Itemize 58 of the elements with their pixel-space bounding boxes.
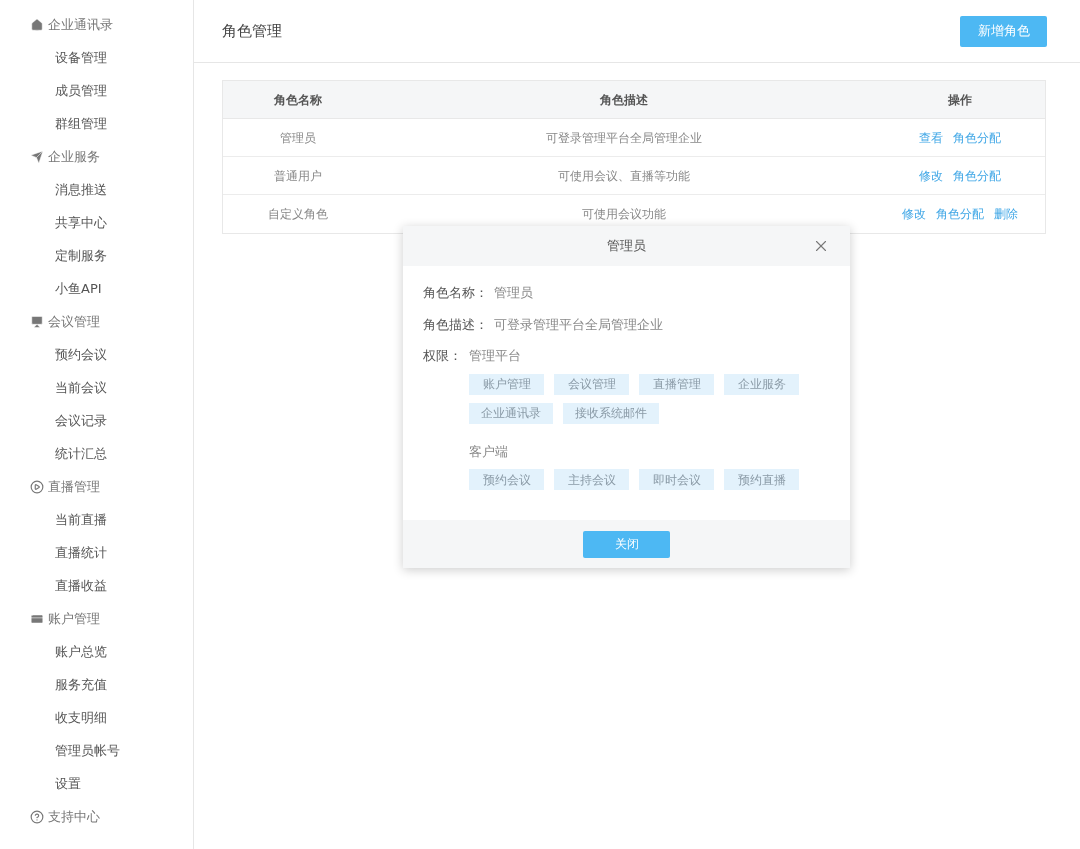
permission-tag: 企业通讯录 bbox=[469, 402, 553, 424]
sidebar-group[interactable]: 直播管理 bbox=[0, 470, 193, 503]
column-header: 角色名称 bbox=[274, 91, 322, 109]
sidebar-group[interactable]: 支持中心 bbox=[0, 800, 193, 833]
role-description: 可使用会议功能 bbox=[582, 206, 666, 223]
field-label: 角色名称： bbox=[423, 284, 488, 302]
permission-tag: 直播管理 bbox=[639, 373, 714, 395]
sidebar-item[interactable]: 统计汇总 bbox=[0, 437, 193, 470]
sidebar-item[interactable]: 当前直播 bbox=[0, 503, 193, 536]
sidebar-group[interactable]: 企业通讯录 bbox=[0, 8, 193, 41]
permission-group-label: 客户端 bbox=[469, 442, 509, 461]
sidebar-group[interactable]: 账户管理 bbox=[0, 602, 193, 635]
group-icon bbox=[30, 149, 44, 164]
role-name: 管理员 bbox=[280, 129, 316, 147]
permission-tag: 即时会议 bbox=[639, 469, 714, 490]
permission-tag: 预约会议 bbox=[469, 469, 544, 490]
sidebar-group[interactable]: 会议管理 bbox=[0, 305, 193, 338]
field-value: 可登录管理平台全局管理企业 bbox=[494, 315, 663, 334]
permission-tag: 预约直播 bbox=[724, 469, 799, 490]
sidebar-item[interactable]: 成员管理 bbox=[0, 74, 193, 107]
sidebar-item[interactable]: 群组管理 bbox=[0, 107, 193, 140]
group-icon bbox=[30, 479, 44, 494]
sidebar-item[interactable]: 小鱼API bbox=[0, 272, 193, 305]
field-label: 权限： bbox=[423, 347, 463, 365]
role-name: 普通用户 bbox=[274, 167, 322, 185]
column-header: 角色描述 bbox=[600, 91, 648, 109]
sidebar-item[interactable]: 直播统计 bbox=[0, 536, 193, 569]
group-icon bbox=[30, 17, 44, 32]
field-label: 角色描述： bbox=[423, 315, 488, 334]
role-description: 可登录管理平台全局管理企业 bbox=[546, 129, 702, 147]
sidebar-item[interactable]: 预约会议 bbox=[0, 338, 193, 371]
sidebar-item[interactable]: 共享中心 bbox=[0, 206, 193, 239]
permission-tag: 主持会议 bbox=[554, 469, 629, 490]
group-icon bbox=[30, 314, 44, 329]
sidebar-item[interactable]: 定制服务 bbox=[0, 239, 193, 272]
permission-tag: 企业服务 bbox=[724, 373, 799, 395]
sidebar-group[interactable]: 企业服务 bbox=[0, 140, 193, 173]
sidebar-item[interactable]: 设备管理 bbox=[0, 41, 193, 74]
sidebar-item[interactable]: 服务充值 bbox=[0, 668, 193, 701]
sidebar-item[interactable]: 直播收益 bbox=[0, 569, 193, 602]
group-icon bbox=[30, 809, 44, 824]
field-value: 管理员 bbox=[494, 284, 533, 302]
dialog-title: 管理员 bbox=[607, 237, 646, 256]
column-header: 操作 bbox=[948, 91, 972, 109]
role-name: 自定义角色 bbox=[268, 206, 328, 223]
page-title: 角色管理 bbox=[222, 20, 282, 42]
permission-tag: 账户管理 bbox=[469, 373, 544, 395]
sidebar-item[interactable]: 账户总览 bbox=[0, 635, 193, 668]
sidebar-item[interactable]: 会议记录 bbox=[0, 404, 193, 437]
sidebar-item[interactable]: 消息推送 bbox=[0, 173, 193, 206]
sidebar-item[interactable]: 设置 bbox=[0, 767, 193, 800]
permission-tag: 接收系统邮件 bbox=[563, 402, 659, 424]
role-description: 可使用会议、直播等功能 bbox=[558, 167, 690, 185]
sidebar-item[interactable]: 管理员帐号 bbox=[0, 734, 193, 767]
permission-tag: 会议管理 bbox=[554, 373, 629, 395]
permission-group-label: 管理平台 bbox=[469, 347, 522, 365]
sidebar-item[interactable]: 收支明细 bbox=[0, 701, 193, 734]
sidebar-item[interactable]: 当前会议 bbox=[0, 371, 193, 404]
